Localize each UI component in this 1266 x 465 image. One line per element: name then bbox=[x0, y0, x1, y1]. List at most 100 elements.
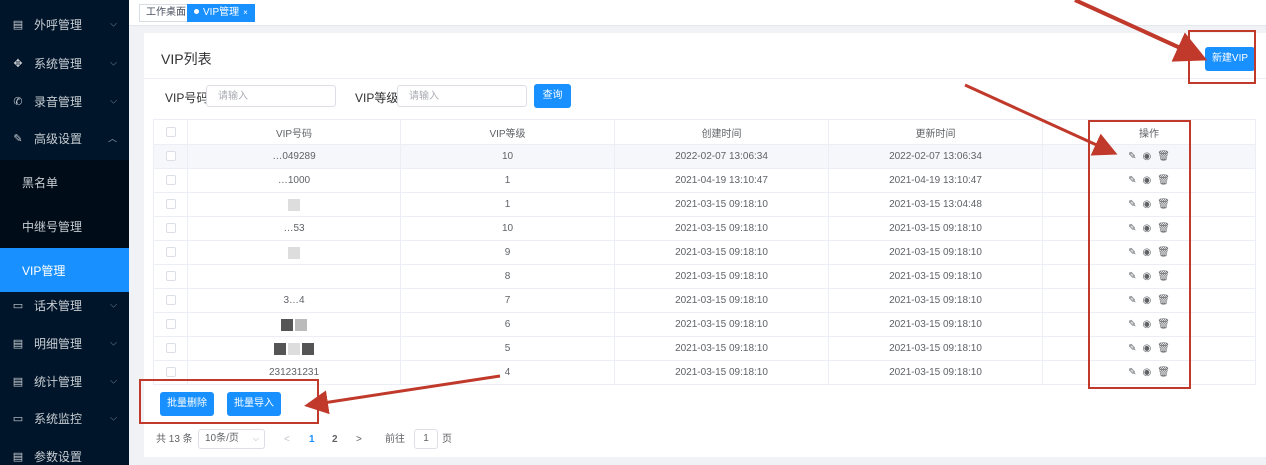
chevron-up-icon: ︿ bbox=[107, 133, 117, 144]
chevron-down-icon: ⌵ bbox=[110, 95, 117, 106]
page-1-button[interactable]: 1 bbox=[309, 433, 315, 447]
sidebar-item-detail[interactable]: ▤ 明细管理 ⌵ bbox=[0, 324, 129, 362]
chevron-down-icon: ⌵ bbox=[110, 18, 117, 29]
annotation-box-actions bbox=[1088, 120, 1191, 389]
tab-label: VIP管理 bbox=[203, 7, 240, 18]
chevron-down-icon: ⌵ bbox=[110, 299, 117, 310]
dot-icon bbox=[194, 9, 199, 14]
document-icon: ▤ bbox=[12, 18, 24, 31]
row-checkbox[interactable] bbox=[153, 192, 188, 217]
chevron-down-icon: ⌵ bbox=[110, 337, 117, 348]
next-page-button[interactable]: > bbox=[356, 433, 362, 447]
document-icon: ▤ bbox=[12, 337, 24, 350]
prev-page-button[interactable]: < bbox=[284, 433, 290, 447]
sidebar-subitem-blacklist[interactable]: 黑名单 bbox=[0, 160, 129, 204]
goto-page-input[interactable]: 1 bbox=[414, 429, 438, 449]
sidebar-item-advanced[interactable]: ✎ 高级设置 ︿ bbox=[0, 119, 129, 157]
cell-vip-level: 10 bbox=[400, 144, 615, 169]
redaction-mask bbox=[288, 198, 300, 211]
cell-vip-level: 9 bbox=[400, 240, 615, 265]
tab-label: 工作桌面 bbox=[146, 7, 186, 18]
row-checkbox[interactable] bbox=[153, 312, 188, 337]
cell-vip-number: 3…4 bbox=[187, 288, 401, 313]
redaction-mask bbox=[288, 246, 300, 259]
cell-vip-level: 5 bbox=[400, 336, 615, 361]
cell-vip-number: …1000 bbox=[187, 168, 401, 193]
row-checkbox[interactable] bbox=[153, 216, 188, 241]
vip-number-input[interactable] bbox=[206, 85, 336, 107]
camera-icon: ▭ bbox=[12, 412, 24, 425]
cell-created: 2021-03-15 09:18:10 bbox=[614, 240, 829, 265]
cell-updated: 2021-03-15 09:18:10 bbox=[828, 360, 1043, 385]
select-all-checkbox[interactable] bbox=[153, 119, 188, 145]
page-size-value: 10条/页 bbox=[205, 433, 239, 444]
column-header: VIP等级 bbox=[400, 119, 615, 145]
query-button[interactable]: 查询 bbox=[534, 84, 571, 108]
sidebar-item-label: 系统监控 bbox=[34, 411, 83, 426]
row-checkbox[interactable] bbox=[153, 264, 188, 289]
goto-suffix: 页 bbox=[442, 434, 452, 445]
vip-level-input[interactable] bbox=[397, 85, 527, 107]
sidebar-item-system[interactable]: ✥ 系统管理 ⌵ bbox=[0, 44, 129, 82]
cell-updated: 2021-03-15 09:18:10 bbox=[828, 336, 1043, 361]
sidebar-subitem-trunk[interactable]: 中继号管理 bbox=[0, 204, 129, 248]
tab-vip[interactable]: VIP管理 × bbox=[187, 4, 255, 22]
cell-created: 2022-02-07 13:06:34 bbox=[614, 144, 829, 169]
gear-icon: ✥ bbox=[13, 57, 23, 70]
cell-created: 2021-03-15 09:18:10 bbox=[614, 360, 829, 385]
cell-updated: 2022-02-07 13:06:34 bbox=[828, 144, 1043, 169]
chat-icon: ▭ bbox=[12, 299, 24, 312]
page-size-select[interactable]: 10条/页 ⌵ bbox=[198, 429, 265, 449]
cell-vip-level: 8 bbox=[400, 264, 615, 289]
document-icon: ▤ bbox=[12, 450, 24, 463]
sidebar-item-label: 明细管理 bbox=[34, 336, 83, 351]
cell-updated: 2021-03-15 09:18:10 bbox=[828, 288, 1043, 313]
cell-vip-level: 4 bbox=[400, 360, 615, 385]
column-header: 更新时间 bbox=[828, 119, 1043, 145]
cell-vip-number bbox=[187, 336, 401, 361]
chevron-down-icon: ⌵ bbox=[252, 434, 259, 443]
row-checkbox[interactable] bbox=[153, 240, 188, 265]
vip-level-label: VIP等级 bbox=[355, 91, 399, 105]
sidebar-item-params[interactable]: ▤ 参数设置 bbox=[0, 437, 129, 465]
divider bbox=[144, 78, 1266, 79]
tab-workspace[interactable]: 工作桌面 bbox=[139, 4, 193, 22]
row-checkbox[interactable] bbox=[153, 168, 188, 193]
sidebar-item-label: 录音管理 bbox=[34, 94, 83, 109]
sidebar-item-monitor[interactable]: ▭ 系统监控 ⌵ bbox=[0, 399, 129, 437]
page-2-button[interactable]: 2 bbox=[332, 433, 338, 447]
close-icon[interactable]: × bbox=[243, 8, 248, 17]
redaction-mask bbox=[274, 342, 286, 355]
redaction-mask bbox=[288, 342, 300, 355]
sidebar-item-outbound[interactable]: ▤ 外呼管理 ⌵ bbox=[0, 5, 129, 43]
sidebar-item-label: 参数设置 bbox=[34, 449, 83, 464]
cell-updated: 2021-03-15 09:18:10 bbox=[828, 264, 1043, 289]
row-checkbox[interactable] bbox=[153, 336, 188, 361]
sidebar-item-stats[interactable]: ▤ 统计管理 ⌵ bbox=[0, 362, 129, 400]
sidebar-item-label: 外呼管理 bbox=[34, 17, 83, 32]
cell-vip-number bbox=[187, 264, 401, 289]
cell-created: 2021-04-19 13:10:47 bbox=[614, 168, 829, 193]
sidebar-item-recording[interactable]: ✆ 录音管理 ⌵ bbox=[0, 82, 129, 120]
column-header: 创建时间 bbox=[614, 119, 829, 145]
cell-updated: 2021-03-15 13:04:48 bbox=[828, 192, 1043, 217]
pen-icon: ✎ bbox=[13, 132, 23, 145]
sidebar-item-script[interactable]: ▭ 话术管理 ⌵ bbox=[0, 286, 129, 324]
cell-vip-number: …53 bbox=[187, 216, 401, 241]
cell-vip-level: 7 bbox=[400, 288, 615, 313]
redaction-mask bbox=[295, 318, 307, 331]
sidebar-item-label: 高级设置 bbox=[34, 131, 83, 146]
phone-icon: ✆ bbox=[13, 95, 23, 108]
redaction-mask bbox=[302, 342, 314, 355]
row-checkbox[interactable] bbox=[153, 288, 188, 313]
chevron-down-icon: ⌵ bbox=[110, 57, 117, 68]
cell-created: 2021-03-15 09:18:10 bbox=[614, 288, 829, 313]
cell-vip-number bbox=[187, 312, 401, 337]
row-checkbox[interactable] bbox=[153, 144, 188, 169]
cell-created: 2021-03-15 09:18:10 bbox=[614, 264, 829, 289]
cell-vip-number bbox=[187, 240, 401, 265]
cell-created: 2021-03-15 09:18:10 bbox=[614, 192, 829, 217]
redaction-mask bbox=[281, 318, 293, 331]
sidebar-item-label: 话术管理 bbox=[34, 298, 83, 313]
cell-updated: 2021-03-15 09:18:10 bbox=[828, 312, 1043, 337]
